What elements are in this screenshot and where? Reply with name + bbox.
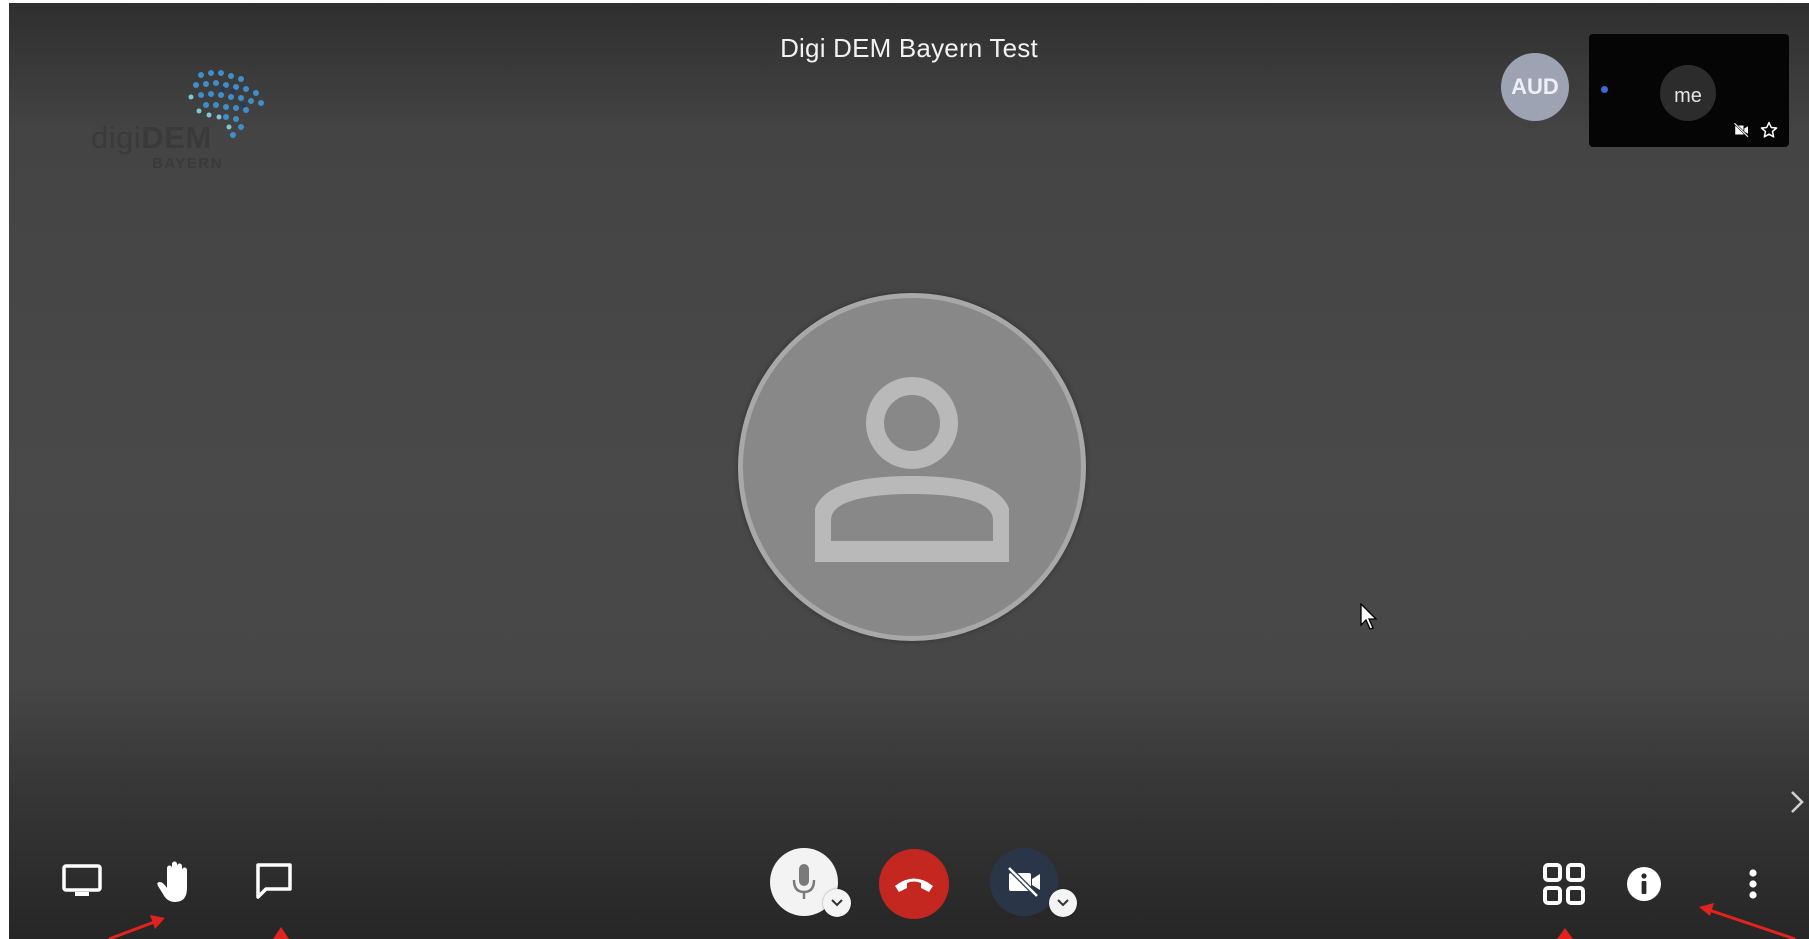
conference-stage: Digi DEM Bayern Test digiDEM BAYERN AUD … [9,3,1809,939]
annotation-arrows-icon [108,903,1796,939]
